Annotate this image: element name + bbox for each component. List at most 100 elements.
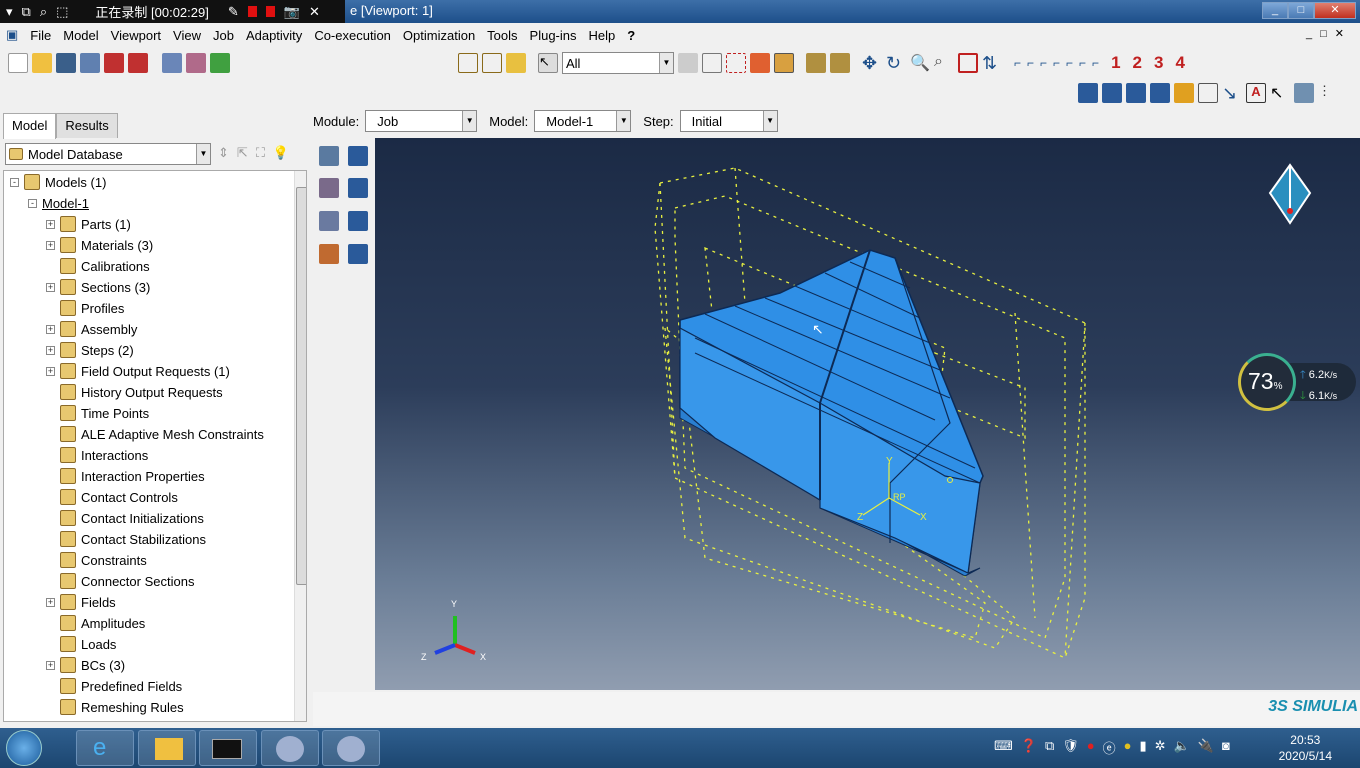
adaptivity-create-icon[interactable] [319,178,339,198]
up-down-arrows-icon[interactable]: ⇕ [218,145,229,161]
mesh-cube-icon[interactable] [162,53,182,73]
model-select[interactable]: Model-1 ▼ [534,110,632,132]
tree-item[interactable]: Interaction Properties [46,466,205,486]
view-2-button[interactable]: 2 [1133,53,1142,73]
mesh-cube-dashed-icon[interactable] [186,53,206,73]
menu-viewport[interactable]: Viewport [105,28,167,43]
select-options-icon[interactable] [750,53,770,73]
camera-tray-icon[interactable]: ◙ [1222,738,1230,757]
expand-icon[interactable]: + [46,597,55,607]
menu-icon[interactable]: ▾ [6,4,13,20]
ruler-icon[interactable] [806,53,826,73]
menu-tools[interactable]: Tools [481,28,523,43]
security-icon[interactable]: 🛡 [1062,738,1079,757]
filter-icon[interactable]: ⛶ [256,145,265,161]
network-icon[interactable]: ✲ [1155,738,1166,757]
expand-icon[interactable]: + [46,366,55,376]
signal-icon[interactable]: ▮ [1140,738,1147,757]
module-select[interactable]: Job ▼ [365,110,478,132]
optimization-create-icon[interactable] [319,244,339,264]
expand-icon[interactable]: + [46,240,55,250]
tree-item[interactable]: + Sections (3) [46,277,150,297]
new-icon[interactable] [8,53,28,73]
expand-icon[interactable]: + [46,660,55,670]
menu-file[interactable]: File [24,28,57,43]
tree-item[interactable]: Predefined Fields [46,676,182,696]
maximize-button[interactable]: □ [1288,2,1314,19]
hidden-line-icon[interactable] [482,53,502,73]
tree-item[interactable]: Interactions [46,445,148,465]
tray-expand-icon[interactable]: ⧉ [1045,738,1054,757]
taskbar-cmd[interactable] [199,730,257,766]
select-arrow-icon[interactable]: ↖ [538,53,558,73]
text-annotation-icon[interactable]: A [1246,83,1266,103]
menu-optimization[interactable]: Optimization [397,28,481,43]
tree-scrollbar[interactable] [294,171,306,721]
tree-item[interactable]: + Field Output Requests (1) [46,361,230,381]
app-icon[interactable]: ▣ [0,27,24,43]
close-icon[interactable]: ✕ [309,4,320,20]
tree-item[interactable]: - Models (1) [10,172,106,192]
tree-item[interactable]: Contact Stabilizations [46,529,206,549]
network-monitor-widget[interactable]: 73% 🡑 6.2K/s 🡓 6.1K/s [1238,353,1356,411]
folder-up-icon[interactable]: ⇱ [237,145,248,161]
view-cube-icon[interactable] [1268,163,1312,225]
tree-item[interactable]: Calibrations [46,256,150,276]
menu-adaptivity[interactable]: Adaptivity [240,28,308,43]
job-manager-icon[interactable] [348,146,368,166]
color-code-icon[interactable] [1174,83,1194,103]
columns-icon[interactable] [1150,83,1170,103]
taskbar-ie[interactable]: e [76,730,134,766]
pause-icon[interactable] [247,6,257,17]
coexecution-create-icon[interactable] [319,211,339,231]
tree-item[interactable]: + Fields [46,592,116,612]
tree-item[interactable]: Time Points [46,403,149,423]
layers-icon[interactable] [1126,83,1146,103]
view-3-button[interactable]: 3 [1154,53,1163,73]
tab-model[interactable]: Model [3,113,57,139]
volume-icon[interactable]: 🔈 [1174,738,1190,757]
tree-item[interactable]: + Materials (3) [46,235,153,255]
database-select[interactable]: Model Database ▼ [5,143,211,165]
selection-option-icon[interactable] [678,53,698,73]
region-icon[interactable]: ⬚ [56,4,68,20]
selection-filter-select[interactable]: All ▼ [562,52,674,74]
fit-view-icon[interactable] [958,53,978,73]
open-icon[interactable] [32,53,52,73]
optimization-manager-icon[interactable] [348,244,368,264]
record-icon[interactable]: ● [1087,738,1095,757]
restore-icon[interactable]: ⧉ [22,4,31,20]
box-select-icon[interactable] [702,53,722,73]
expand-icon[interactable]: + [46,345,55,355]
pen-icon[interactable]: ✎ [228,4,239,20]
minimize-button[interactable]: _ [1262,2,1288,19]
arrow-annotation-icon[interactable]: ↘ [1222,83,1242,103]
query-icon[interactable] [830,53,850,73]
zoom-icon[interactable]: 🔍 [910,53,930,73]
overlay-icon[interactable] [1102,83,1122,103]
pan-icon[interactable]: ✥ [862,53,882,73]
tree-item[interactable]: Loads [46,634,116,654]
tree-item[interactable]: Remeshing Rules [46,697,184,717]
tree-item[interactable]: History Output Requests [46,382,223,402]
mdi-controls[interactable]: _□✕ [1306,27,1352,40]
export-icon[interactable] [128,53,148,73]
tree-item[interactable]: + BCs (3) [46,655,125,675]
tree-item[interactable]: Contact Controls [46,487,178,507]
menu-model[interactable]: Model [57,28,104,43]
tree-item[interactable]: Connector Sections [46,571,194,591]
tree-item[interactable]: Contact Initializations [46,508,204,528]
rotate-icon[interactable]: ↻ [886,53,906,73]
print-icon[interactable] [80,53,100,73]
menu-view[interactable]: View [167,28,207,43]
job-create-icon[interactable] [319,146,339,166]
keyboard-icon[interactable]: ⌨ [994,738,1013,757]
tree-item[interactable]: + Assembly [46,319,137,339]
help-icon[interactable]: ❓ [1021,738,1037,757]
view-4-button[interactable]: 4 [1175,53,1184,73]
coexecution-manager-icon[interactable] [348,211,368,231]
view-orientation-icons[interactable]: ⌐⌐⌐⌐⌐⌐⌐ [1014,56,1105,70]
menu-co-execution[interactable]: Co-execution [308,28,397,43]
more-icon[interactable]: ⋮ [1318,83,1338,103]
close-button[interactable]: ✕ [1314,2,1356,19]
